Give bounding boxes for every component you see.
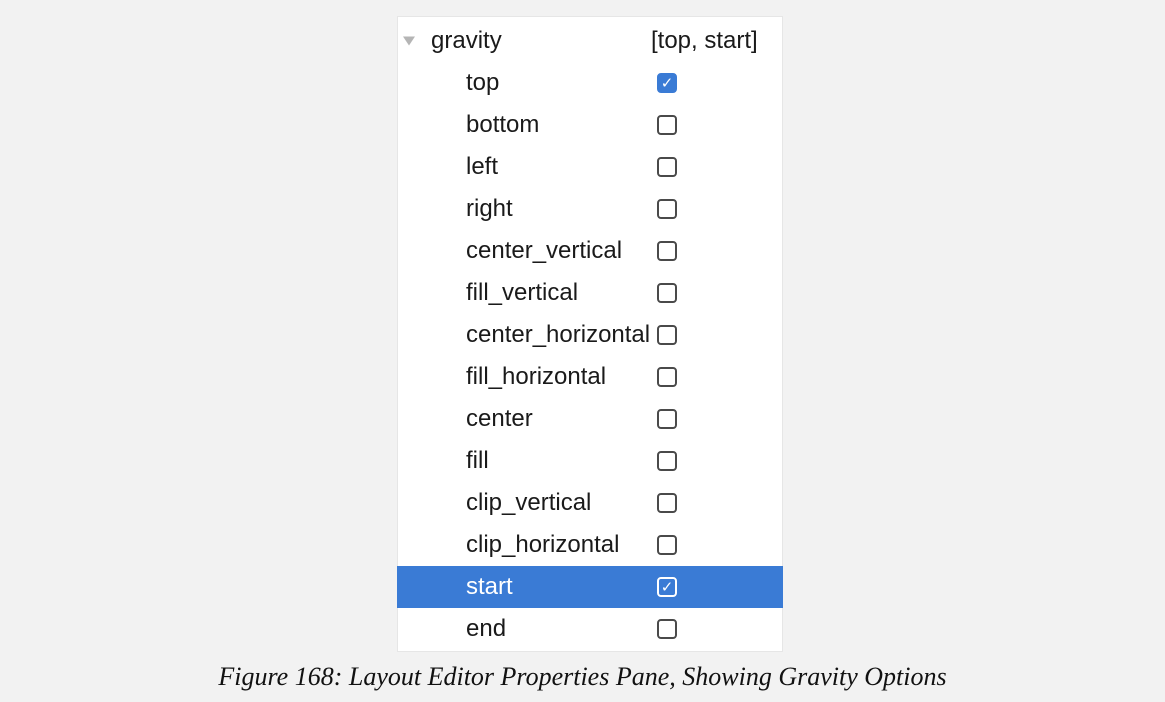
gravity-option-row[interactable]: clip_vertical (397, 482, 783, 524)
gravity-option-label: center (466, 405, 533, 432)
gravity-option-label: top (466, 69, 500, 96)
figure-caption: Figure 168: Layout Editor Properties Pan… (218, 662, 947, 691)
gravity-option-row[interactable]: center_horizontal (397, 314, 783, 356)
gravity-option-label: center_horizontal (466, 321, 651, 348)
gravity-option-row[interactable]: start ✓ (397, 566, 783, 608)
gravity-option-label: clip_horizontal (466, 531, 620, 558)
gravity-option-checkbox[interactable] (657, 157, 677, 177)
gravity-option-row[interactable]: center_vertical (397, 230, 783, 272)
gravity-option-checkbox[interactable] (657, 199, 677, 219)
gravity-option-row[interactable]: fill_vertical (397, 272, 783, 314)
gravity-option-row[interactable]: bottom (397, 104, 783, 146)
gravity-option-label: right (466, 195, 513, 222)
property-value[interactable]: [top, start] (651, 27, 758, 55)
gravity-option-row[interactable]: top ✓ (397, 62, 783, 104)
gravity-option-checkbox[interactable] (657, 535, 677, 555)
gravity-option-label: bottom (466, 111, 540, 138)
checkmark-icon: ✓ (660, 577, 674, 596)
gravity-option-row[interactable]: end (397, 608, 783, 650)
gravity-option-checkbox[interactable] (657, 493, 677, 513)
gravity-option-row[interactable]: right (397, 188, 783, 230)
expand-arrow-icon[interactable] (403, 36, 415, 46)
gravity-option-checkbox[interactable] (657, 367, 677, 387)
gravity-option-checkbox[interactable] (657, 325, 677, 345)
gravity-option-checkbox[interactable] (657, 409, 677, 429)
gravity-option-label: fill (466, 447, 489, 474)
gravity-option-row[interactable]: fill_horizontal (397, 356, 783, 398)
gravity-option-checkbox[interactable] (657, 619, 677, 639)
gravity-option-row[interactable]: left (397, 146, 783, 188)
property-row-gravity[interactable]: gravity [top, start] (397, 20, 783, 62)
checkmark-icon: ✓ (660, 73, 674, 92)
gravity-option-label: start (466, 573, 513, 600)
gravity-option-label: fill_horizontal (466, 363, 607, 390)
gravity-option-checkbox[interactable]: ✓ (657, 73, 677, 93)
gravity-option-checkbox[interactable] (657, 241, 677, 261)
gravity-option-row[interactable]: fill (397, 440, 783, 482)
property-name: gravity (431, 27, 502, 54)
properties-pane: gravity [top, start] top ✓ bottom left right… (397, 16, 783, 652)
gravity-option-label: clip_vertical (466, 489, 592, 516)
gravity-option-label: center_vertical (466, 237, 623, 264)
gravity-option-label: left (466, 153, 499, 180)
gravity-option-checkbox[interactable] (657, 451, 677, 471)
gravity-option-checkbox[interactable]: ✓ (657, 577, 677, 597)
gravity-option-row[interactable]: center (397, 398, 783, 440)
gravity-option-label: end (466, 615, 507, 642)
gravity-option-checkbox[interactable] (657, 115, 677, 135)
gravity-option-label: fill_vertical (466, 279, 579, 306)
gravity-option-row[interactable]: clip_horizontal (397, 524, 783, 566)
gravity-option-checkbox[interactable] (657, 283, 677, 303)
